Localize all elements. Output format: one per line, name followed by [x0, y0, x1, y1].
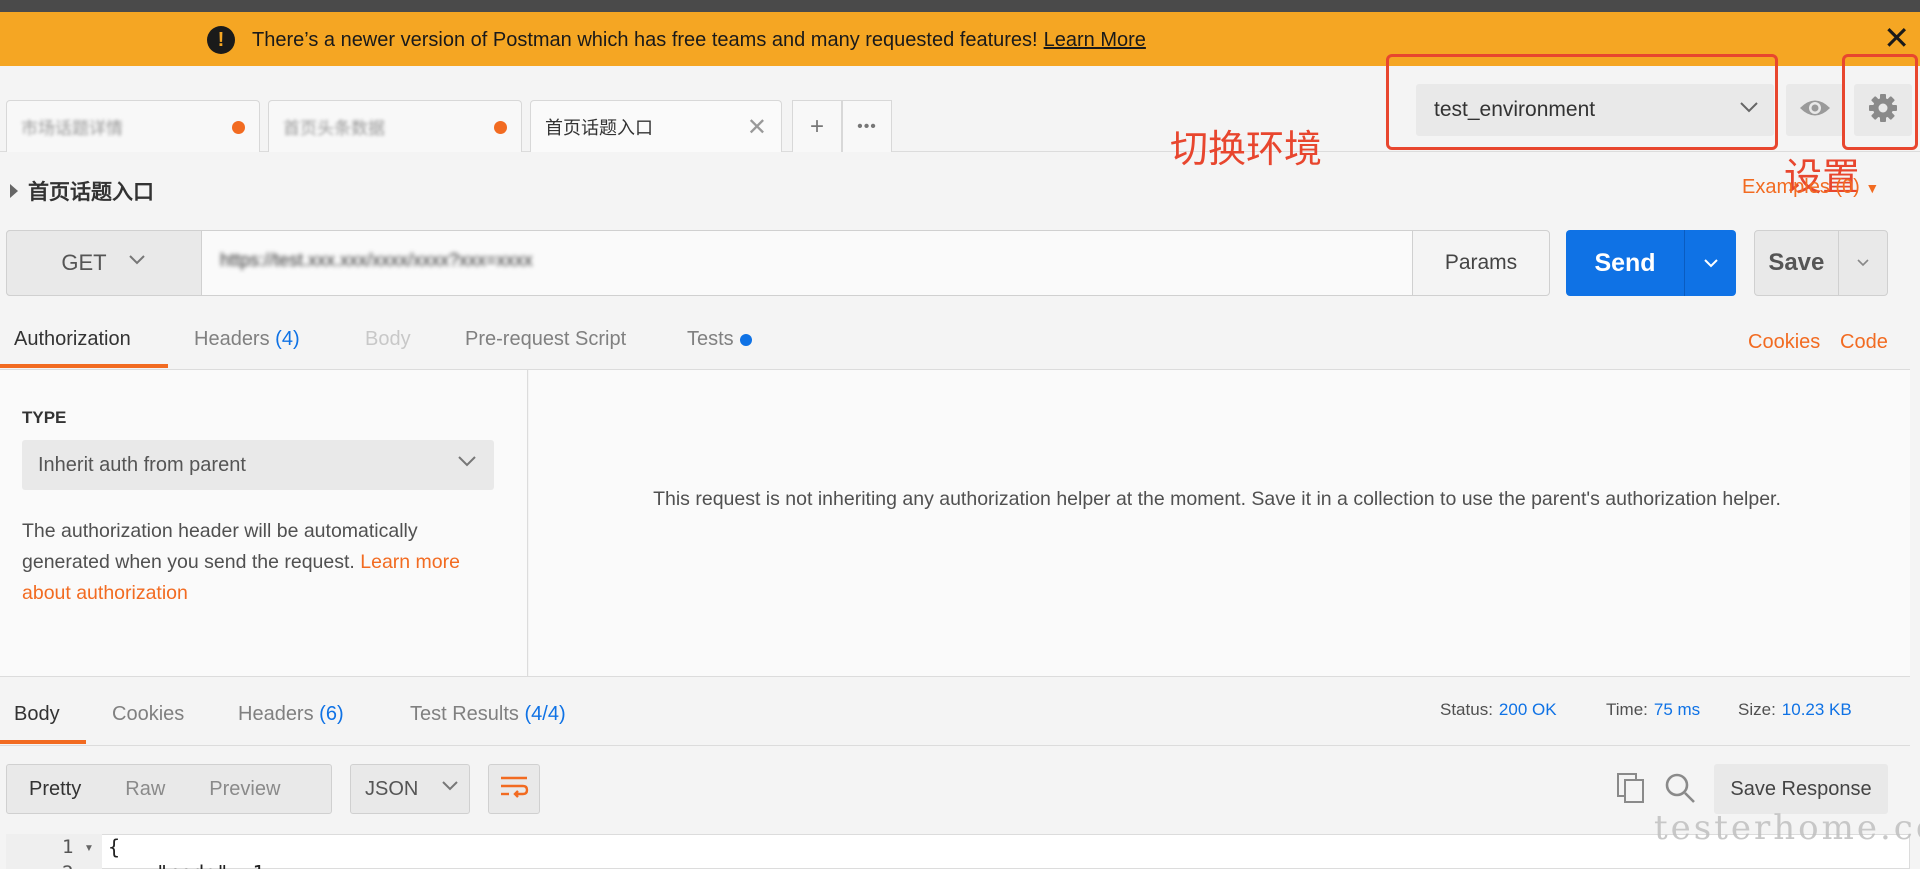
environment-quick-look-button[interactable] — [1786, 84, 1844, 136]
line-number: 2 — [62, 862, 73, 869]
window-top-strip — [0, 0, 1920, 12]
active-tab-underline — [0, 364, 168, 368]
caret-down-icon: ▼ — [1865, 180, 1880, 196]
url-input[interactable]: https://test.xxx.xxx/xxxx/xxxx?xxx=xxxx — [220, 250, 533, 271]
auth-inherit-message: This request is not inheriting any autho… — [653, 488, 1781, 510]
examples-dropdown[interactable]: Examples (0) ▼ — [1742, 176, 1879, 199]
unsaved-dot-icon — [232, 121, 245, 134]
request-tab[interactable]: 首页头条数据 — [268, 100, 522, 152]
watermark-text: testerhome.com — [1654, 808, 1920, 848]
tests-indicator-dot — [739, 333, 752, 346]
tab-label: 市场话题详情 — [21, 119, 123, 138]
response-body-editor[interactable] — [6, 834, 1910, 869]
copy-icon[interactable] — [1616, 772, 1646, 809]
send-button[interactable]: Send — [1566, 230, 1736, 296]
auth-type-select[interactable]: Inherit auth from parent — [22, 440, 494, 490]
tab-tests-label: Tests — [687, 328, 734, 350]
tab-authorization[interactable]: Authorization — [14, 328, 131, 351]
type-label: TYPE — [22, 408, 67, 427]
save-response-button[interactable]: Save Response — [1714, 764, 1888, 814]
eye-icon — [1798, 97, 1832, 124]
save-options-button[interactable] — [1837, 231, 1887, 295]
send-options-button[interactable] — [1684, 230, 1736, 296]
format-raw[interactable]: Raw — [103, 778, 187, 801]
request-name: 首页话题入口 — [28, 181, 154, 204]
request-title[interactable]: 首页话题入口 — [10, 176, 154, 206]
banner-message: There’s a newer version of Postman which… — [252, 26, 1146, 54]
save-label: Save — [1768, 249, 1825, 276]
status-label: Status: — [1440, 700, 1493, 719]
test-results-count: (4/4) — [524, 703, 566, 725]
tab-tests[interactable]: Tests — [687, 328, 752, 351]
send-label: Send — [1594, 248, 1656, 277]
alert-icon: ! — [207, 26, 235, 54]
format-pretty[interactable]: Pretty — [7, 778, 103, 801]
request-tab-active[interactable]: 首页话题入口 ✕ — [530, 100, 782, 152]
learn-more-link[interactable]: Learn More — [1044, 29, 1146, 51]
size-value: 10.23 KB — [1781, 700, 1852, 719]
time-value: 75 ms — [1653, 700, 1701, 719]
new-tab-button[interactable]: + — [792, 100, 842, 152]
tab-headers-count: (4) — [275, 328, 300, 350]
response-size: Size: 10.23 KB — [1738, 700, 1852, 720]
chevron-down-icon — [127, 250, 147, 276]
annotation-switch-env: 切换环境 — [1170, 127, 1323, 171]
test-results-label: Test Results — [410, 703, 519, 725]
chevron-down-icon — [440, 776, 460, 802]
response-tab-headers[interactable]: Headers (6) — [238, 703, 344, 726]
search-icon[interactable] — [1664, 772, 1696, 809]
wrap-lines-button[interactable] — [488, 764, 540, 814]
response-tab-body[interactable]: Body — [14, 703, 60, 726]
auth-type-value: Inherit auth from parent — [38, 453, 246, 476]
close-tab-icon[interactable]: ✕ — [747, 113, 767, 142]
active-response-tab-underline — [0, 740, 86, 744]
examples-label: Examples (0) — [1742, 176, 1860, 198]
method-value: GET — [61, 250, 107, 275]
code-line: { — [108, 835, 121, 859]
code-link[interactable]: Code — [1840, 331, 1888, 354]
close-icon[interactable]: ✕ — [1883, 22, 1910, 54]
response-format-toggle: Pretty Raw Preview — [6, 764, 332, 814]
chevron-down-icon — [1857, 259, 1869, 267]
tab-prerequest-script[interactable]: Pre-request Script — [465, 328, 626, 351]
more-tabs-button[interactable]: ••• — [842, 100, 892, 152]
time-label: Time: — [1606, 700, 1648, 719]
line-number: 1 — [62, 836, 74, 858]
tab-headers[interactable]: Headers (4) — [194, 328, 300, 351]
caret-right-icon — [10, 184, 18, 198]
size-label: Size: — [1738, 700, 1776, 719]
tab-body[interactable]: Body — [365, 328, 411, 351]
tab-headers-label: Headers — [194, 328, 270, 350]
auth-info-panel — [529, 370, 1910, 676]
chevron-down-icon — [1703, 259, 1718, 268]
tab-label: 首页话题入口 — [545, 117, 653, 138]
auth-description: The authorization header will be automat… — [22, 516, 482, 609]
format-preview[interactable]: Preview — [187, 778, 302, 801]
annotation-box-environment — [1386, 54, 1778, 150]
response-tab-cookies[interactable]: Cookies — [112, 703, 184, 726]
wrap-lines-icon — [499, 775, 529, 804]
response-status: Status: 200 OK — [1440, 700, 1557, 720]
method-select[interactable]: GET — [6, 230, 202, 296]
auth-description-text: The authorization header will be automat… — [22, 520, 418, 573]
response-language-select[interactable]: JSON — [350, 764, 470, 814]
fold-caret-icon[interactable]: ▼ — [84, 843, 94, 854]
banner-text: There’s a newer version of Postman which… — [252, 29, 1038, 51]
tab-label: 首页头条数据 — [283, 119, 385, 138]
language-value: JSON — [365, 777, 419, 800]
unsaved-dot-icon — [494, 121, 507, 134]
annotation-box-settings — [1842, 54, 1918, 150]
save-button[interactable]: Save — [1754, 230, 1888, 296]
response-tab-test-results[interactable]: Test Results (4/4) — [410, 703, 566, 726]
chevron-down-icon — [456, 450, 478, 478]
request-tab[interactable]: 市场话题详情 — [6, 100, 260, 152]
cookies-link[interactable]: Cookies — [1748, 331, 1820, 354]
response-headers-count: (6) — [319, 703, 344, 725]
response-headers-label: Headers — [238, 703, 314, 725]
code-line: "code": 1, — [108, 861, 276, 869]
status-value: 200 OK — [1498, 700, 1557, 719]
response-time: Time: 75 ms — [1606, 700, 1700, 720]
params-button[interactable]: Params — [1412, 230, 1550, 296]
